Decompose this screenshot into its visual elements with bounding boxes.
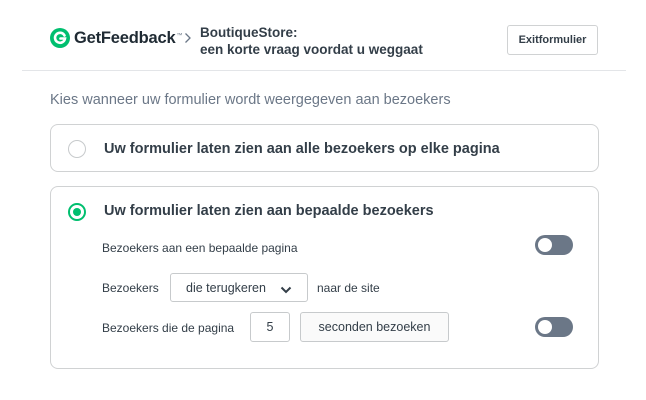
returning-prefix: Bezoekers — [102, 281, 159, 295]
breadcrumb-form: een korte vraag voordat u weggaat — [200, 42, 423, 57]
seconds-input[interactable]: 5 — [250, 312, 290, 342]
option-card-all-visitors[interactable]: Uw formulier laten zien aan alle bezoeke… — [50, 124, 599, 172]
option-label-specific-visitors: Uw formulier laten zien aan bepaalde bez… — [104, 203, 434, 219]
option-card-specific-visitors[interactable]: Uw formulier laten zien aan bepaalde bez… — [50, 186, 599, 369]
option-label-all-visitors: Uw formulier laten zien aan alle bezoeke… — [104, 141, 500, 157]
time-prefix: Bezoekers die de pagina — [102, 321, 235, 335]
getfeedback-logo[interactable]: GetFeedback ™ — [50, 28, 182, 48]
returning-select-value: die terugkeren — [186, 280, 266, 295]
returning-suffix: naar de site — [317, 281, 380, 295]
page-visitors-label: Bezoekers aan een bepaalde pagina — [102, 241, 298, 255]
page-visitors-toggle[interactable] — [535, 235, 573, 255]
exit-form-button[interactable]: Exitformulier — [507, 25, 598, 55]
radio-all-visitors[interactable] — [68, 140, 86, 158]
header-divider — [22, 70, 626, 71]
breadcrumb: BoutiqueStore: een korte vraag voordat u… — [200, 24, 423, 58]
breadcrumb-store: BoutiqueStore: — [200, 25, 298, 40]
seconds-unit-button[interactable]: seconden bezoeken — [300, 312, 449, 342]
logo-text: GetFeedback — [74, 28, 176, 47]
intro-text: Kies wanneer uw formulier wordt weergege… — [50, 92, 451, 108]
app-header: GetFeedback ™ BoutiqueStore: een korte v… — [0, 0, 646, 71]
getfeedback-logo-icon — [50, 28, 70, 48]
radio-specific-visitors[interactable] — [68, 203, 86, 221]
logo-trademark: ™ — [176, 33, 183, 39]
chevron-right-icon — [184, 31, 192, 49]
time-toggle[interactable] — [535, 317, 573, 337]
chevron-down-icon — [280, 283, 292, 297]
returning-select[interactable]: die terugkeren — [170, 273, 308, 302]
